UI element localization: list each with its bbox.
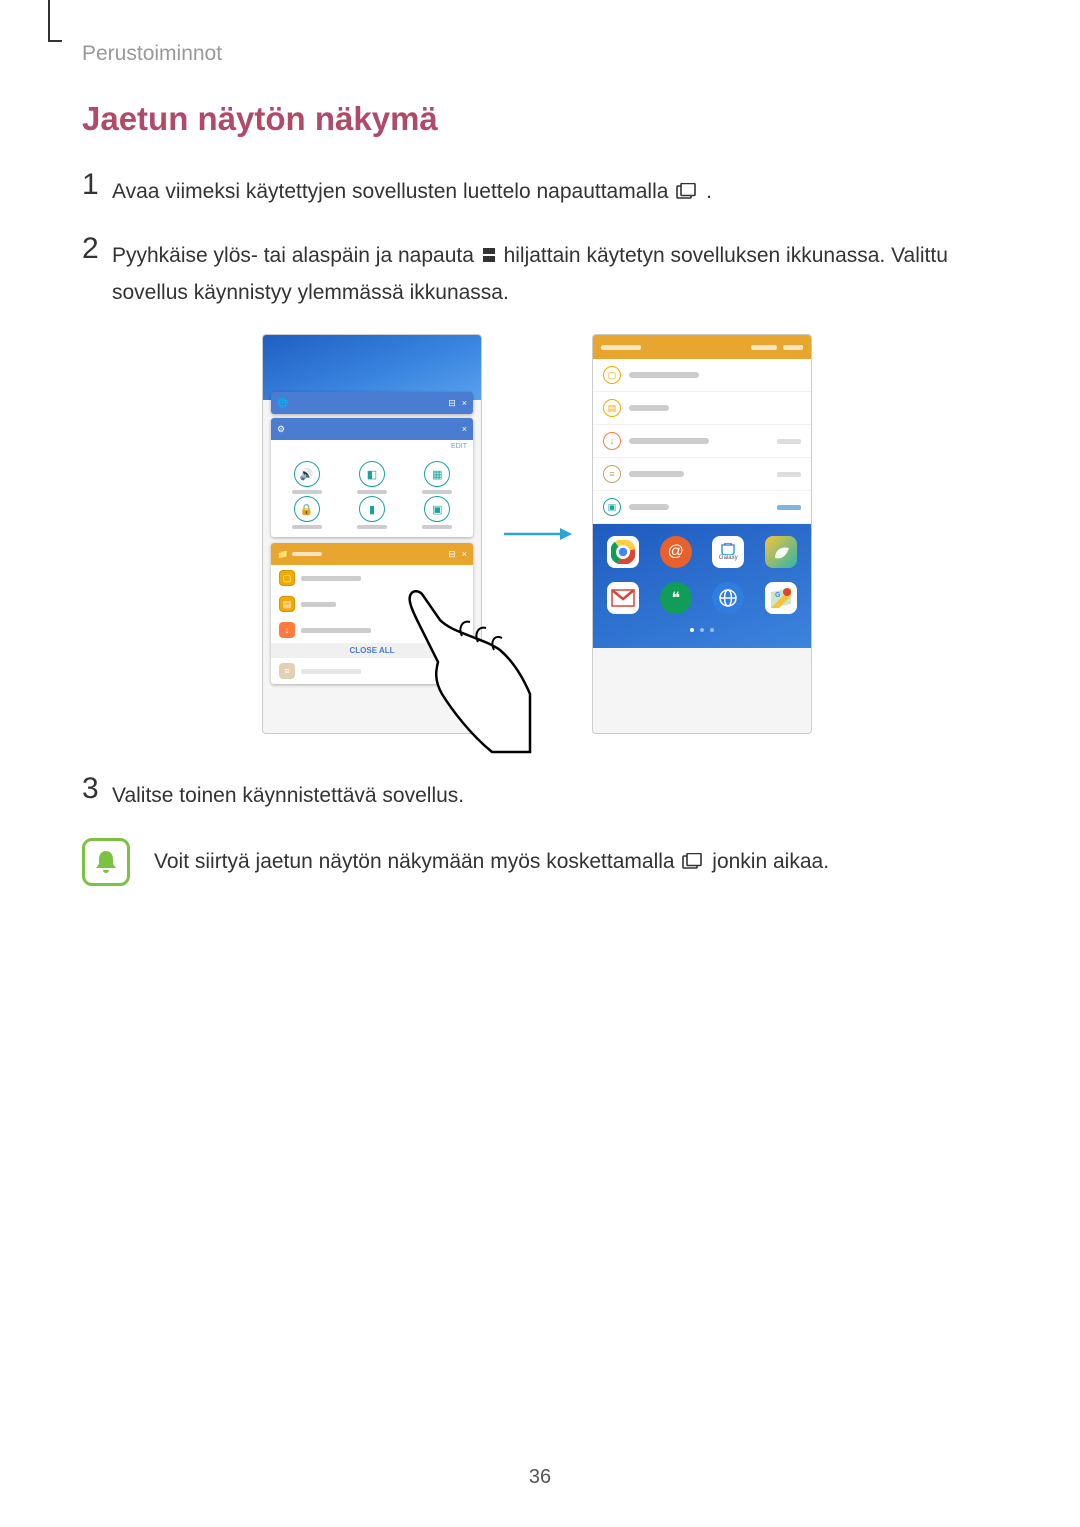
split-icon-small: ⊟ bbox=[448, 398, 456, 409]
page-dots bbox=[601, 628, 803, 632]
note-box: Voit siirtyä jaetun näytön näkymään myös… bbox=[82, 838, 992, 886]
step1-before: Avaa viimeksi käytettyjen sovellusten lu… bbox=[112, 180, 674, 203]
galaxy-apps-icon: Galaxy bbox=[712, 536, 744, 568]
sdcard-icon: ▤ bbox=[279, 596, 295, 612]
close-icon: × bbox=[462, 549, 467, 560]
hangouts-icon: ❝ bbox=[660, 582, 692, 614]
recent-card-internet: 🌐 ⊟ × bbox=[271, 392, 473, 414]
download-icon: ↓ bbox=[603, 432, 621, 450]
section-label: Perustoiminnot bbox=[82, 42, 222, 66]
step-text: Valitse toinen käynnistettävä sovellus. bbox=[112, 774, 464, 814]
svg-text:G: G bbox=[775, 592, 781, 599]
step-1: 1 Avaa viimeksi käytettyjen sovellusten … bbox=[82, 170, 992, 210]
folder-icon: 📁 bbox=[277, 549, 288, 560]
more-label bbox=[783, 345, 803, 350]
step-number: 3 bbox=[82, 774, 112, 804]
files-preview: ▢ ▤ ↓ CLOSE ALL ≡ bbox=[271, 565, 473, 684]
display-icon: ◧ bbox=[359, 461, 385, 487]
note-before: Voit siirtyä jaetun näytön näkymään myös… bbox=[154, 850, 680, 873]
documents-icon: ≡ bbox=[603, 465, 621, 483]
download-icon: ↓ bbox=[279, 622, 295, 638]
internet-icon bbox=[712, 582, 744, 614]
step-text: Pyyhkäise ylös- tai alaspäin ja napauta … bbox=[112, 234, 992, 310]
user-manual-icon: ▣ bbox=[424, 496, 450, 522]
device-storage-icon: ▢ bbox=[603, 366, 621, 384]
step-text: Avaa viimeksi käytettyjen sovellusten lu… bbox=[112, 170, 712, 210]
globe-icon: 🌐 bbox=[277, 398, 288, 409]
myfiles-topbar bbox=[593, 335, 811, 359]
page-title: Jaetun näytön näkymä bbox=[82, 100, 992, 138]
gallery-icon bbox=[765, 536, 797, 568]
device-storage-icon: ▢ bbox=[279, 570, 295, 586]
split-icon-small: ⊟ bbox=[448, 549, 456, 560]
card-header: 🌐 ⊟ × bbox=[271, 392, 473, 414]
recents-icon bbox=[676, 175, 698, 211]
images-icon: ▣ bbox=[603, 498, 621, 516]
binding-mark bbox=[48, 0, 50, 40]
main-content: Jaetun näytön näkymä 1 Avaa viimeksi käy… bbox=[82, 100, 992, 886]
close-all-label: CLOSE ALL bbox=[271, 643, 473, 658]
app-drawer: @ Galaxy ❝ G bbox=[593, 524, 811, 648]
card-header: 📁 ⊟ × bbox=[271, 543, 473, 565]
documents-icon: ≡ bbox=[279, 663, 295, 679]
note-bell-icon bbox=[82, 838, 130, 886]
phone-right-splitview: ▢ ▤ ↓ ≡ ▣ @ Galaxy bbox=[592, 334, 812, 734]
close-icon: × bbox=[462, 398, 467, 409]
battery-icon: ▮ bbox=[359, 496, 385, 522]
note-text: Voit siirtyä jaetun näytön näkymään myös… bbox=[154, 845, 829, 879]
edit-label: EDIT bbox=[271, 440, 473, 453]
binding-tick bbox=[48, 40, 62, 42]
step-3: 3 Valitse toinen käynnistettävä sovellus… bbox=[82, 774, 992, 814]
wallpaper bbox=[263, 335, 481, 400]
split-screen-icon bbox=[482, 239, 496, 275]
recents-icon bbox=[682, 846, 704, 880]
phone-left-recents: 🌐 ⊟ × ⚙ × EDIT 🔊 ◧ ▦ bbox=[262, 334, 482, 734]
chrome-icon bbox=[607, 536, 639, 568]
settings-grid: 🔊 ◧ ▦ 🔒 ▮ ▣ bbox=[271, 453, 473, 537]
page-number: 36 bbox=[0, 1466, 1080, 1489]
arrow-icon bbox=[502, 524, 572, 544]
left-phone-wrapper: 🌐 ⊟ × ⚙ × EDIT 🔊 ◧ ▦ bbox=[262, 334, 482, 734]
search-label bbox=[751, 345, 777, 350]
step-number: 2 bbox=[82, 234, 112, 264]
settings-body: EDIT 🔊 ◧ ▦ 🔒 ▮ ▣ bbox=[271, 440, 473, 537]
gear-icon: ⚙ bbox=[277, 424, 285, 435]
note-after: jonkin aikaa. bbox=[712, 850, 829, 873]
recent-card-settings: ⚙ × EDIT 🔊 ◧ ▦ 🔒 ▮ ▣ bbox=[271, 418, 473, 537]
email-icon: @ bbox=[660, 536, 692, 568]
step2-before: Pyyhkäise ylös- tai alaspäin ja napauta bbox=[112, 244, 480, 267]
card-header: ⚙ × bbox=[271, 418, 473, 440]
step-2: 2 Pyyhkäise ylös- tai alaspäin ja napaut… bbox=[82, 234, 992, 310]
sound-icon: 🔊 bbox=[294, 461, 320, 487]
file-list: ▢ ▤ ↓ ≡ ▣ bbox=[593, 359, 811, 524]
gmail-icon bbox=[607, 582, 639, 614]
themes-icon: ▦ bbox=[424, 461, 450, 487]
lock-icon: 🔒 bbox=[294, 496, 320, 522]
maps-icon: G bbox=[765, 582, 797, 614]
sdcard-icon: ▤ bbox=[603, 399, 621, 417]
galaxy-label: Galaxy bbox=[719, 555, 738, 561]
instruction-figure: 🌐 ⊟ × ⚙ × EDIT 🔊 ◧ ▦ bbox=[82, 334, 992, 734]
step-number: 1 bbox=[82, 170, 112, 200]
step1-after: . bbox=[706, 180, 712, 203]
myfiles-title bbox=[601, 345, 641, 350]
close-icon: × bbox=[462, 424, 467, 434]
recent-card-myfiles: 📁 ⊟ × ▢ ▤ ↓ CLOSE ALL ≡ bbox=[271, 543, 473, 684]
